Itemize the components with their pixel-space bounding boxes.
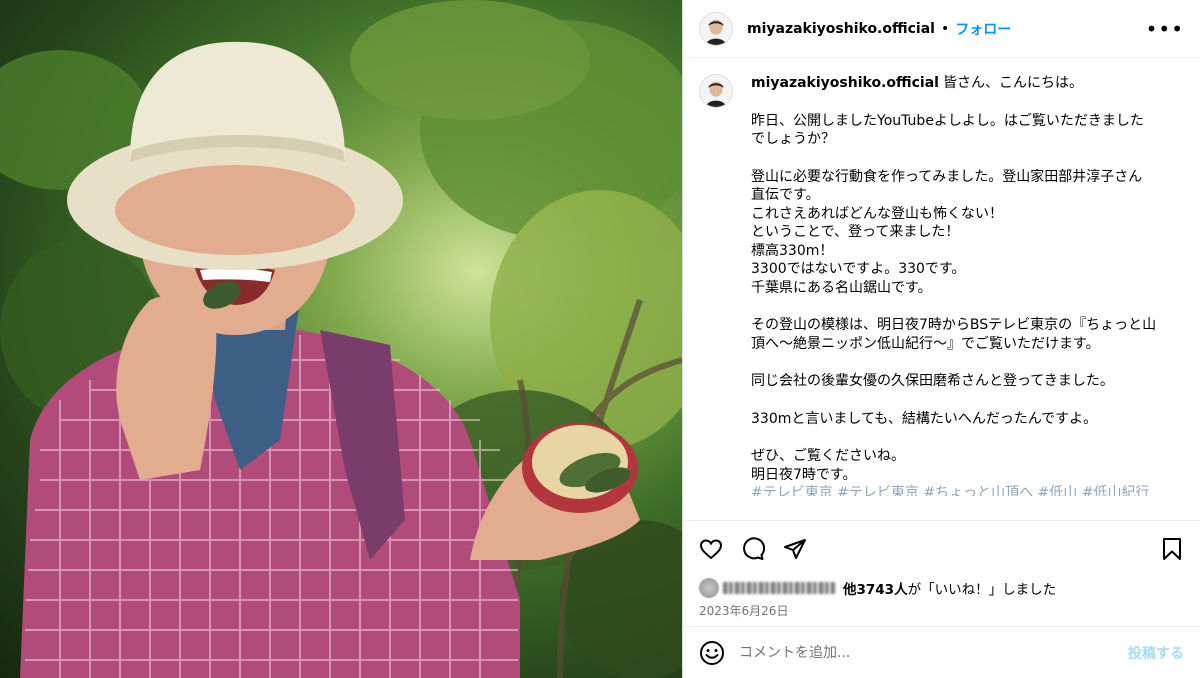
caption-hashtags[interactable]: #テレビ東京 #テレビ東京 #ちょっと山頂へ #低山 #低山紀行 — [751, 484, 1183, 496]
caption-avatar[interactable] — [699, 74, 733, 108]
caption-text: miyazakiyoshiko.official 皆さん、こんにちは。 昨日、公開… — [751, 74, 1183, 520]
caption: miyazakiyoshiko.official 皆さん、こんにちは。 昨日、公開… — [683, 58, 1200, 520]
separator-dot: • — [940, 20, 950, 37]
emoji-icon[interactable] — [699, 640, 725, 666]
likes-count[interactable]: 他3743人 — [843, 578, 908, 598]
liker-name-blurred[interactable] — [723, 582, 835, 594]
face-under-brim — [115, 165, 355, 255]
caption-line: 直伝です。 — [751, 187, 820, 203]
caption-line: 昨日、公開しましたYouTubeよしよし。はご覧いただきました — [751, 112, 1144, 129]
action-bar — [683, 520, 1200, 576]
share-icon — [784, 538, 806, 559]
caption-line: ぜひ、ご覧くださいね。 — [751, 448, 905, 464]
caption-line: 標高330m！ — [751, 242, 834, 259]
post-side-panel: miyazakiyoshiko.official • フォロー ••• miya… — [682, 0, 1200, 678]
comment-bar: 投稿する — [683, 626, 1200, 678]
avatar[interactable] — [699, 11, 733, 46]
caption-line: これさえあればどんな登山も怖くない！ — [751, 205, 1003, 222]
more-options-icon[interactable]: ••• — [1146, 19, 1184, 39]
caption-line: ということで、登って来ました！ — [751, 224, 960, 240]
likes-suffix: が「いいね！」しました — [907, 582, 1057, 598]
post-comment-button[interactable]: 投稿する — [1128, 643, 1184, 663]
save-button[interactable] — [1158, 535, 1186, 563]
post-photo[interactable] — [0, 0, 682, 678]
post-header: miyazakiyoshiko.official • フォロー ••• — [683, 0, 1200, 58]
caption-line: 頂へ～絶景ニッポン低山紀行～』でご覧いただけます。 — [751, 335, 1100, 352]
avatar-icon — [700, 12, 732, 45]
caption-line: でしょうか？ — [751, 131, 835, 147]
comment-button[interactable] — [739, 535, 767, 563]
caption-line: 同じ会社の後輩女優の久保田磨希さんと登ってきました。 — [751, 373, 1114, 389]
heart-icon — [699, 538, 723, 559]
caption-line: 明日夜7時です。 — [751, 466, 857, 483]
likes-summary: 他3743人 が「いいね！」しました — [683, 576, 1200, 600]
avatar-icon — [700, 75, 732, 107]
share-button[interactable] — [781, 535, 809, 563]
caption-line: 千葉県にある名山鋸山です。 — [751, 279, 932, 296]
like-button[interactable] — [697, 535, 725, 563]
caption-line: 登山に必要な行動食を作ってみました。登山家田部井淳子さん — [751, 168, 1143, 185]
photo-illustration — [0, 0, 682, 678]
caption-first-line: 皆さん、こんにちは。 — [942, 75, 1083, 91]
follow-button[interactable]: フォロー — [955, 19, 1011, 39]
caption-lines: 昨日、公開しましたYouTubeよしよし。はご覧いただきました でしょうか？ 登山に… — [751, 93, 1183, 485]
liker-avatar-blurred[interactable] — [699, 578, 719, 598]
username[interactable]: miyazakiyoshiko.official — [747, 21, 935, 37]
post-date[interactable]: 2023年6月26日 — [683, 600, 1200, 626]
caption-line: 330mと言いましても、結構たいへんだったんですよ。 — [751, 410, 1098, 427]
comment-input[interactable] — [739, 644, 1128, 661]
caption-line: その登山の模様は、明日夜7時からBSテレビ東京の『ちょっと山 — [751, 317, 1157, 333]
comment-icon — [743, 536, 765, 560]
bookmark-icon — [1163, 537, 1181, 560]
caption-username[interactable]: miyazakiyoshiko.official — [751, 75, 939, 91]
caption-line: 3300ではないですよ。330です。 — [751, 261, 966, 277]
